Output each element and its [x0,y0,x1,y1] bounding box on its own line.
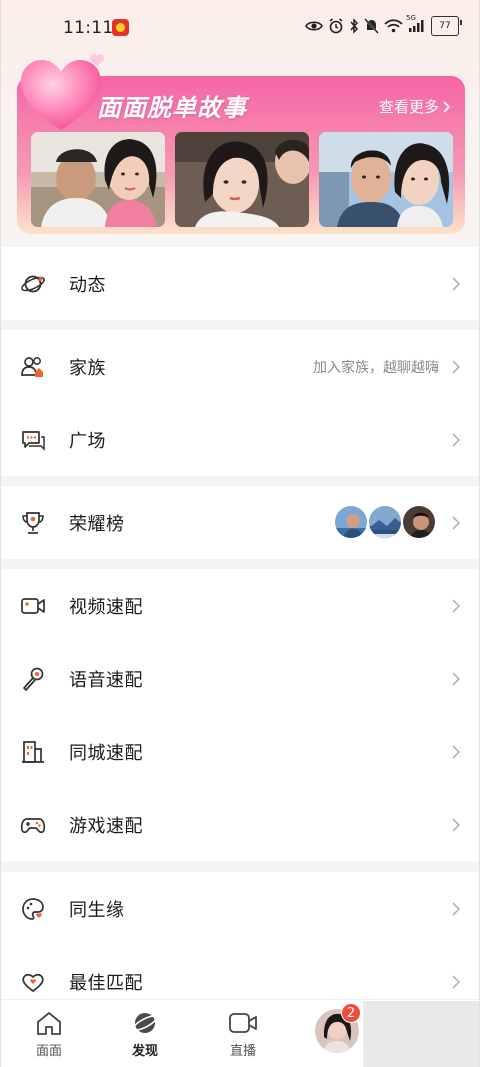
list-group-ranking: 荣耀榜 [1,486,479,559]
microphone-icon [19,665,47,693]
list-item-label: 视频速配 [69,596,143,618]
network-type: 5G [406,14,416,22]
ranking-avatars [333,504,437,540]
list-item-moments[interactable]: 动态 [1,247,479,320]
story-photos [31,132,453,227]
avatar [333,504,369,540]
chevron-right-icon [452,359,461,374]
chat-bubble-icon [19,426,47,454]
view-more-link[interactable]: 查看更多 [379,96,451,117]
chevron-right-icon [443,100,451,113]
list-group-fate: 同生缘 最佳匹配 [1,872,479,999]
list-item-video-match[interactable]: 视频速配 [1,569,479,642]
live-camera-icon [229,1013,257,1033]
story-photo[interactable] [175,132,309,227]
chevron-right-icon [452,817,461,832]
list-item-label: 最佳匹配 [69,972,143,994]
building-icon [19,738,47,766]
list-item-best-match[interactable]: 最佳匹配 [1,945,479,999]
status-icons: 5G 77 [305,14,462,36]
palette-heart-icon [19,895,47,923]
overlay-block [363,1001,479,1067]
status-bar: 11:11 5G 77 [1,0,479,58]
list-item-same-birth[interactable]: 同生缘 [1,872,479,945]
banner-title: 面面脱单故事 [97,94,247,122]
eye-icon [305,16,323,36]
tab-label: 面面 [35,1044,62,1059]
tab-live[interactable]: 直播 [195,1000,291,1067]
planet-icon [132,1013,158,1033]
signal-icon: 5G [406,14,426,36]
heart-icon [21,54,104,130]
mute-icon [364,16,379,36]
chevron-right-icon [452,515,461,530]
tab-discover[interactable]: 发现 [97,1000,193,1067]
list-item-voice-match[interactable]: 语音速配 [1,642,479,715]
list-item-label: 家族 [69,357,106,379]
avatar [367,504,403,540]
list-item-label: 游戏速配 [69,815,143,837]
bluetooth-icon [349,16,359,36]
list-item-label: 同生缘 [69,899,125,921]
notification-badge: 2 [341,1003,361,1023]
list-group-matching: 视频速配 语音速配 同城速配 游戏速配 [1,569,479,861]
status-time: 11:11 [63,18,114,38]
trophy-icon [19,509,47,537]
wifi-icon [384,16,403,36]
list-item-label: 同城速配 [69,742,143,764]
battery-indicator: 77 [431,16,462,36]
discover-page: 11:11 5G 77 面面脱单故事 查看更多 动态 家族 加入家族，越聊越嗨 … [0,0,480,1067]
chevron-right-icon [452,744,461,759]
list-group-moments: 动态 [1,247,479,320]
chevron-right-icon [452,974,461,989]
family-icon [19,353,47,381]
video-camera-icon [19,592,47,620]
match-heart-icon [19,968,47,996]
tab-label: 直播 [229,1044,256,1059]
view-more-label: 查看更多 [378,98,439,116]
chevron-right-icon [452,276,461,291]
alarm-icon [328,16,344,36]
story-photo[interactable] [319,132,453,227]
tab-home[interactable]: 面面 [1,1000,97,1067]
list-item-label: 广场 [69,430,106,452]
app-notification-icon [112,19,129,36]
list-item-family[interactable]: 家族 加入家族，越聊越嗨 [1,330,479,403]
list-item-label: 动态 [69,274,106,296]
planet-icon [19,270,47,298]
list-item-label: 荣耀榜 [69,513,125,535]
family-hint: 加入家族，越聊越嗨 [313,359,439,376]
gamepad-icon [19,811,47,839]
list-item-square[interactable]: 广场 [1,403,479,476]
list-item-label: 语音速配 [69,669,143,691]
chevron-right-icon [452,598,461,613]
chevron-right-icon [452,432,461,447]
list-item-honor-board[interactable]: 荣耀榜 [1,486,479,559]
story-photo[interactable] [31,132,165,227]
avatar [401,504,437,540]
list-group-social: 家族 加入家族，越聊越嗨 广场 [1,330,479,476]
chevron-right-icon [452,671,461,686]
home-icon [37,1012,61,1035]
chevron-right-icon [452,901,461,916]
success-stories-banner[interactable]: 面面脱单故事 查看更多 [17,54,465,234]
tab-label: 发现 [131,1044,158,1059]
list-item-game-match[interactable]: 游戏速配 [1,788,479,861]
list-item-local-match[interactable]: 同城速配 [1,715,479,788]
